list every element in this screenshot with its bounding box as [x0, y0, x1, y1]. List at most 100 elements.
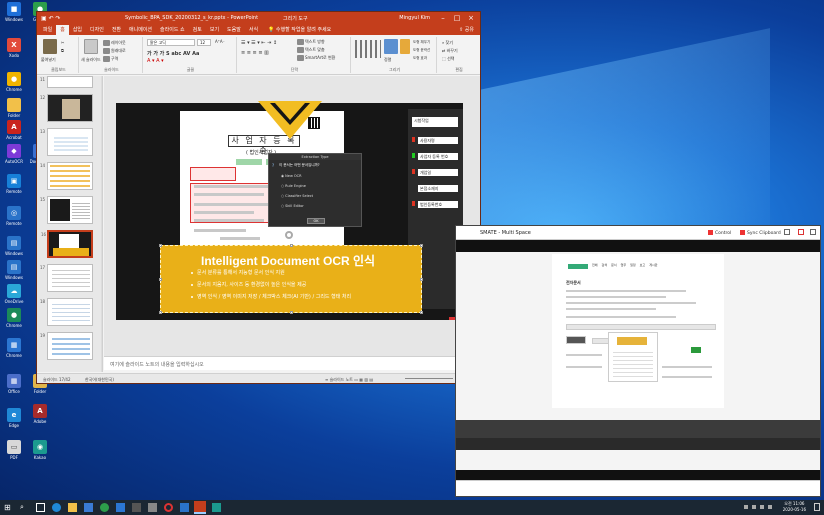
desktop-icon[interactable]: A Acrobat	[2, 120, 26, 140]
tab-help[interactable]: 도움말	[223, 25, 245, 35]
tab-animations[interactable]: 애니메이션	[125, 25, 156, 35]
clock[interactable]: 오전 11:06 2020-05-16	[783, 501, 806, 513]
desktop-icon[interactable]: ■ Windows	[2, 2, 26, 22]
dialog-option[interactable]: ◉ New OCR	[281, 174, 302, 178]
zoom-slider[interactable]	[405, 378, 453, 379]
text-input[interactable]	[566, 324, 716, 330]
app-icon[interactable]	[164, 503, 173, 512]
tab-insert[interactable]: 삽입	[69, 25, 86, 35]
slide-thumbnail-selected[interactable]: 16	[41, 230, 93, 258]
notes-pane[interactable]: 여기에 슬라이드 노트의 내용을 입력하십시오	[104, 356, 480, 370]
chrome-icon[interactable]	[100, 503, 109, 512]
desktop-icon[interactable]: ◉ Kakao	[28, 440, 52, 460]
cut-icon[interactable]: ✂	[61, 40, 64, 45]
dialog-option[interactable]: ○ Rule Engine	[281, 184, 306, 188]
text-format-icons[interactable]: 가 가 가 S abc AV Aa	[147, 50, 199, 57]
slide-thumbnail[interactable]: 17	[40, 264, 93, 292]
desktop-icon[interactable]: ◆ AutoOCR	[2, 144, 26, 164]
tab-transitions[interactable]: 전환	[108, 25, 125, 35]
desktop-icon[interactable]: A Adobe	[28, 404, 52, 424]
slide-thumbnail[interactable]: 15	[40, 196, 93, 224]
tab-format[interactable]: 서식	[245, 25, 262, 35]
close-icon[interactable]	[798, 229, 804, 235]
paste-icon[interactable]	[43, 39, 57, 54]
action-button[interactable]	[566, 336, 586, 344]
tab-file[interactable]: 파일	[39, 25, 56, 35]
desktop-icon[interactable]: ▣ Remote	[2, 174, 26, 194]
desktop-icon[interactable]: X Xodo	[2, 38, 26, 58]
task-view-icon[interactable]	[36, 503, 45, 512]
maximize-icon[interactable]	[810, 229, 816, 235]
share-button[interactable]: ⇪ 공유	[459, 25, 480, 35]
desktop-icon[interactable]: ◎ Remote	[2, 206, 26, 226]
desktop-icon[interactable]: ▦ Chrome	[2, 338, 26, 358]
search-icon[interactable]: ⌕	[20, 503, 29, 512]
new-slide-icon[interactable]	[84, 39, 98, 54]
smartart-button[interactable]: SmartArt로 변환	[297, 55, 335, 61]
desktop-icon[interactable]: Folder	[2, 98, 26, 118]
network-icon[interactable]	[768, 505, 772, 509]
desktop-icon[interactable]: ▤ Windows	[2, 260, 26, 280]
copy-icon[interactable]: ⧉	[61, 48, 64, 53]
save-icon[interactable]: ▣ ↶ ↷	[41, 15, 61, 22]
tell-me-box[interactable]: 💡 수행할 작업을 알려 주세요	[268, 25, 331, 35]
align-icons[interactable]: ≡ ≡ ≡ ≡ ▥	[241, 50, 269, 56]
fill-button[interactable]: 도형 채우기	[413, 40, 430, 45]
app-icon[interactable]	[212, 503, 221, 512]
desktop-icon[interactable]: ▦ Office	[2, 374, 26, 394]
sync-clipboard-button[interactable]: Sync Clipboard	[740, 230, 781, 236]
volume-icon[interactable]	[760, 505, 764, 509]
slide-thumbnail[interactable]: 18	[40, 298, 93, 326]
tab-slideshow[interactable]: 슬라이드 쇼	[156, 25, 189, 35]
font-name-select[interactable]: 맑은 고딕	[147, 39, 195, 46]
app-icon[interactable]	[132, 503, 141, 512]
desktop-icon[interactable]: ▭ PDF	[2, 440, 26, 460]
folder-icon[interactable]	[68, 503, 77, 512]
restore-icon[interactable]	[784, 229, 790, 235]
grow-font-icon[interactable]: A⁺A⁻	[215, 39, 225, 44]
slide-thumbnail[interactable]: 14	[40, 162, 93, 190]
control-button[interactable]: Control	[708, 230, 731, 236]
paste-button[interactable]: 붙여넣기	[41, 57, 56, 63]
feature-banner[interactable]: Intelligent Document OCR 인식 문서 분류를 통해서 지…	[159, 244, 423, 314]
text-align-button[interactable]: 텍스트 맞춤	[297, 47, 325, 53]
shapes-gallery[interactable]	[355, 40, 381, 58]
tab-view[interactable]: 보기	[206, 25, 223, 35]
reset-button[interactable]: 원래대로	[103, 48, 126, 54]
select-button[interactable]: ⬚ 선택	[442, 56, 454, 62]
slide-thumbnail[interactable]: 13	[40, 128, 93, 156]
find-button[interactable]: ⌕ 찾기	[442, 40, 453, 46]
tray-icon[interactable]	[752, 505, 756, 509]
edge-icon[interactable]	[52, 503, 61, 512]
desktop-icon[interactable]: ● Chrome	[2, 72, 26, 92]
tray-icon[interactable]	[744, 505, 748, 509]
effects-button[interactable]: 도형 효과	[413, 56, 427, 61]
app-icon[interactable]	[180, 503, 189, 512]
slide-thumbnail[interactable]: 11	[40, 76, 93, 88]
slide-thumbnail[interactable]: 12	[40, 94, 93, 122]
notes-toggle[interactable]: ≡ 슬라이드 노트 ▭ ▦ ▥ ▤	[325, 377, 373, 383]
layout-button[interactable]: 레이아웃	[103, 40, 126, 46]
arrange-button[interactable]: 정렬	[384, 57, 391, 63]
desktop-icon[interactable]: ☁ OneDrive	[2, 284, 26, 304]
close-icon[interactable]: ×	[464, 12, 478, 24]
mail-icon[interactable]	[116, 503, 125, 512]
list-icons[interactable]: ☰ ▾ ☰ ▾ ⇤ ⇥ ↕	[241, 40, 277, 46]
dialog-option[interactable]: ○ Skill Editor	[281, 204, 304, 208]
notification-icon[interactable]	[814, 503, 820, 511]
tab-review[interactable]: 검토	[189, 25, 206, 35]
tab-home[interactable]: 홈	[56, 25, 69, 35]
start-icon[interactable]: ⊞	[4, 503, 13, 512]
thumbnail-scrollbar[interactable]	[101, 76, 102, 372]
replace-button[interactable]: ⇄ 바꾸기	[442, 48, 458, 54]
new-slide-button[interactable]: 새 슬라이드	[81, 57, 101, 63]
search-button[interactable]	[691, 347, 701, 353]
desktop-icon[interactable]: e Edge	[2, 408, 26, 428]
app-icon[interactable]	[148, 503, 157, 512]
arrange-icon[interactable]	[384, 39, 398, 54]
desktop-icon[interactable]: ▤ Windows	[2, 236, 26, 256]
font-color-icon[interactable]: A ▾ A ▾	[147, 58, 164, 64]
maximize-icon[interactable]: □	[450, 12, 464, 24]
powerpoint-icon[interactable]	[194, 501, 206, 514]
current-slide[interactable]: 사 업 자 등 록 증 ( 법인사업자 ) 시험작업 사용자명 사업자 등록 번…	[116, 101, 463, 320]
